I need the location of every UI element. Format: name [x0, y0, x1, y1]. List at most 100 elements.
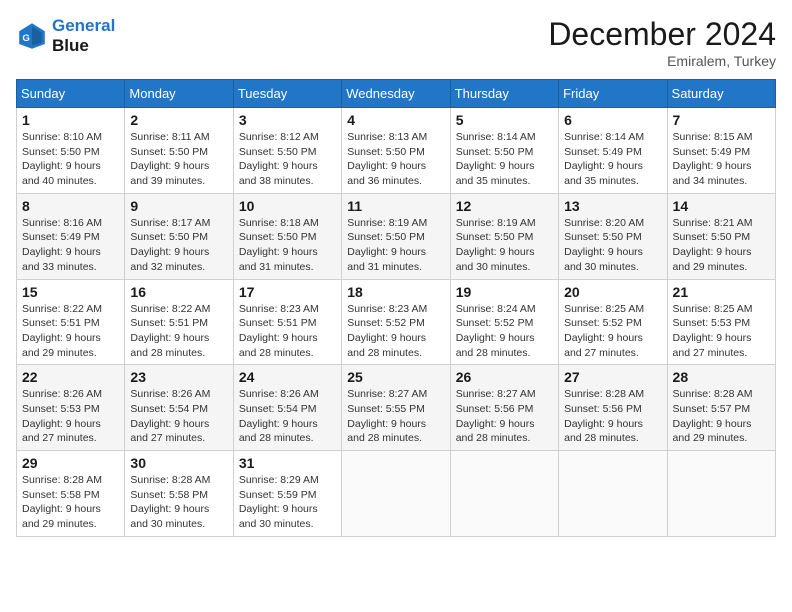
day-info: Sunrise: 8:27 AMSunset: 5:56 PMDaylight:…	[456, 387, 553, 446]
day-number: 4	[347, 112, 444, 128]
day-info: Sunrise: 8:13 AMSunset: 5:50 PMDaylight:…	[347, 130, 444, 189]
day-number: 22	[22, 369, 119, 385]
day-number: 8	[22, 198, 119, 214]
day-info: Sunrise: 8:14 AMSunset: 5:49 PMDaylight:…	[564, 130, 661, 189]
calendar-cell	[342, 451, 450, 537]
calendar-cell: 4 Sunrise: 8:13 AMSunset: 5:50 PMDaylight…	[342, 108, 450, 194]
day-number: 3	[239, 112, 336, 128]
day-of-week-header: Friday	[559, 80, 667, 108]
logo-name: General Blue	[52, 16, 115, 57]
day-info: Sunrise: 8:12 AMSunset: 5:50 PMDaylight:…	[239, 130, 336, 189]
day-info: Sunrise: 8:15 AMSunset: 5:49 PMDaylight:…	[673, 130, 770, 189]
day-info: Sunrise: 8:25 AMSunset: 5:53 PMDaylight:…	[673, 302, 770, 361]
day-info: Sunrise: 8:25 AMSunset: 5:52 PMDaylight:…	[564, 302, 661, 361]
day-number: 10	[239, 198, 336, 214]
day-info: Sunrise: 8:22 AMSunset: 5:51 PMDaylight:…	[130, 302, 227, 361]
calendar-cell: 16 Sunrise: 8:22 AMSunset: 5:51 PMDayligh…	[125, 279, 233, 365]
day-number: 26	[456, 369, 553, 385]
calendar-cell: 22 Sunrise: 8:26 AMSunset: 5:53 PMDayligh…	[17, 365, 125, 451]
calendar-cell: 17 Sunrise: 8:23 AMSunset: 5:51 PMDayligh…	[233, 279, 341, 365]
month-title: December 2024	[548, 16, 776, 53]
logo-icon: G	[16, 20, 48, 52]
calendar-cell: 11Sunrise: 8:19 AMSunset: 5:50 PMDayligh…	[342, 193, 450, 279]
day-info: Sunrise: 8:11 AMSunset: 5:50 PMDaylight:…	[130, 130, 227, 189]
svg-text:G: G	[22, 33, 29, 44]
calendar-cell: 13Sunrise: 8:20 AMSunset: 5:50 PMDayligh…	[559, 193, 667, 279]
calendar-cell	[559, 451, 667, 537]
day-info: Sunrise: 8:23 AMSunset: 5:51 PMDaylight:…	[239, 302, 336, 361]
day-of-week-header: Tuesday	[233, 80, 341, 108]
day-info: Sunrise: 8:10 AMSunset: 5:50 PMDaylight:…	[22, 130, 119, 189]
calendar-cell: 1Sunrise: 8:10 AMSunset: 5:50 PMDaylight…	[17, 108, 125, 194]
day-number: 11	[347, 198, 444, 214]
day-number: 31	[239, 455, 336, 471]
day-number: 21	[673, 284, 770, 300]
day-of-week-header: Monday	[125, 80, 233, 108]
day-number: 5	[456, 112, 553, 128]
calendar-cell: 31 Sunrise: 8:29 AMSunset: 5:59 PMDayligh…	[233, 451, 341, 537]
calendar-cell: 18 Sunrise: 8:23 AMSunset: 5:52 PMDayligh…	[342, 279, 450, 365]
day-of-week-header: Sunday	[17, 80, 125, 108]
calendar-cell: 8 Sunrise: 8:16 AMSunset: 5:49 PMDaylight…	[17, 193, 125, 279]
day-info: Sunrise: 8:26 AMSunset: 5:54 PMDaylight:…	[239, 387, 336, 446]
calendar-cell: 3 Sunrise: 8:12 AMSunset: 5:50 PMDaylight…	[233, 108, 341, 194]
day-number: 2	[130, 112, 227, 128]
day-number: 9	[130, 198, 227, 214]
day-info: Sunrise: 8:29 AMSunset: 5:59 PMDaylight:…	[239, 473, 336, 532]
day-of-week-header: Saturday	[667, 80, 775, 108]
day-info: Sunrise: 8:17 AMSunset: 5:50 PMDaylight:…	[130, 216, 227, 275]
day-number: 28	[673, 369, 770, 385]
day-number: 30	[130, 455, 227, 471]
location: Emiralem, Turkey	[548, 53, 776, 69]
day-number: 13	[564, 198, 661, 214]
calendar-cell: 14Sunrise: 8:21 AMSunset: 5:50 PMDayligh…	[667, 193, 775, 279]
calendar-cell: 7 Sunrise: 8:15 AMSunset: 5:49 PMDaylight…	[667, 108, 775, 194]
day-info: Sunrise: 8:24 AMSunset: 5:52 PMDaylight:…	[456, 302, 553, 361]
calendar-cell: 19 Sunrise: 8:24 AMSunset: 5:52 PMDayligh…	[450, 279, 558, 365]
calendar-table: SundayMondayTuesdayWednesdayThursdayFrid…	[16, 79, 776, 537]
day-number: 15	[22, 284, 119, 300]
page-header: G General Blue December 2024 Emiralem, T…	[16, 16, 776, 69]
day-number: 20	[564, 284, 661, 300]
day-number: 12	[456, 198, 553, 214]
day-number: 14	[673, 198, 770, 214]
day-of-week-header: Thursday	[450, 80, 558, 108]
day-info: Sunrise: 8:28 AMSunset: 5:57 PMDaylight:…	[673, 387, 770, 446]
day-number: 18	[347, 284, 444, 300]
calendar-cell: 26 Sunrise: 8:27 AMSunset: 5:56 PMDayligh…	[450, 365, 558, 451]
day-info: Sunrise: 8:26 AMSunset: 5:54 PMDaylight:…	[130, 387, 227, 446]
calendar-cell	[450, 451, 558, 537]
calendar-cell: 28 Sunrise: 8:28 AMSunset: 5:57 PMDayligh…	[667, 365, 775, 451]
day-of-week-header: Wednesday	[342, 80, 450, 108]
calendar-cell: 15 Sunrise: 8:22 AMSunset: 5:51 PMDayligh…	[17, 279, 125, 365]
day-info: Sunrise: 8:27 AMSunset: 5:55 PMDaylight:…	[347, 387, 444, 446]
calendar-cell: 20 Sunrise: 8:25 AMSunset: 5:52 PMDayligh…	[559, 279, 667, 365]
day-number: 29	[22, 455, 119, 471]
logo: G General Blue	[16, 16, 115, 57]
calendar-cell: 30 Sunrise: 8:28 AMSunset: 5:58 PMDayligh…	[125, 451, 233, 537]
day-info: Sunrise: 8:28 AMSunset: 5:58 PMDaylight:…	[130, 473, 227, 532]
day-info: Sunrise: 8:23 AMSunset: 5:52 PMDaylight:…	[347, 302, 444, 361]
day-number: 7	[673, 112, 770, 128]
day-number: 23	[130, 369, 227, 385]
day-info: Sunrise: 8:22 AMSunset: 5:51 PMDaylight:…	[22, 302, 119, 361]
day-number: 17	[239, 284, 336, 300]
day-info: Sunrise: 8:28 AMSunset: 5:56 PMDaylight:…	[564, 387, 661, 446]
calendar-cell: 12Sunrise: 8:19 AMSunset: 5:50 PMDayligh…	[450, 193, 558, 279]
calendar-cell: 2 Sunrise: 8:11 AMSunset: 5:50 PMDaylight…	[125, 108, 233, 194]
title-block: December 2024 Emiralem, Turkey	[548, 16, 776, 69]
calendar-cell: 10Sunrise: 8:18 AMSunset: 5:50 PMDayligh…	[233, 193, 341, 279]
day-number: 6	[564, 112, 661, 128]
day-info: Sunrise: 8:26 AMSunset: 5:53 PMDaylight:…	[22, 387, 119, 446]
calendar-cell: 9 Sunrise: 8:17 AMSunset: 5:50 PMDaylight…	[125, 193, 233, 279]
calendar-cell	[667, 451, 775, 537]
calendar-cell: 25 Sunrise: 8:27 AMSunset: 5:55 PMDayligh…	[342, 365, 450, 451]
calendar-cell: 29 Sunrise: 8:28 AMSunset: 5:58 PMDayligh…	[17, 451, 125, 537]
day-number: 16	[130, 284, 227, 300]
day-info: Sunrise: 8:16 AMSunset: 5:49 PMDaylight:…	[22, 216, 119, 275]
day-info: Sunrise: 8:14 AMSunset: 5:50 PMDaylight:…	[456, 130, 553, 189]
calendar-cell: 5 Sunrise: 8:14 AMSunset: 5:50 PMDaylight…	[450, 108, 558, 194]
day-info: Sunrise: 8:28 AMSunset: 5:58 PMDaylight:…	[22, 473, 119, 532]
day-number: 19	[456, 284, 553, 300]
day-number: 25	[347, 369, 444, 385]
